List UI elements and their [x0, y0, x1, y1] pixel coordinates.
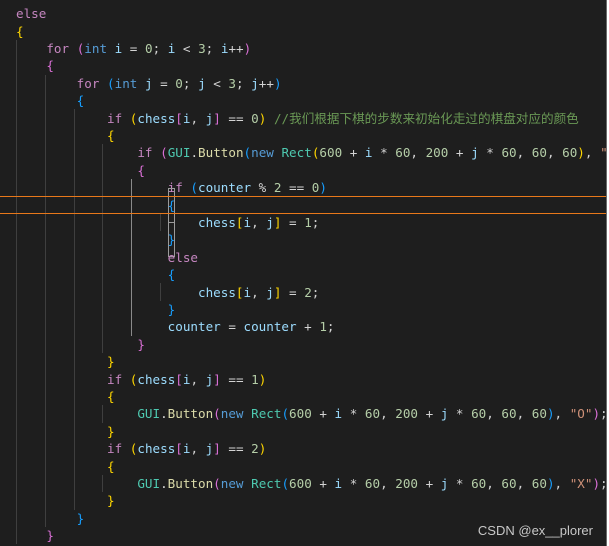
current-line-bottom-border — [0, 213, 606, 214]
current-line-top-border — [0, 196, 606, 197]
watermark: CSDN @ex__plorer — [477, 523, 593, 538]
code-line[interactable]: } — [16, 518, 54, 546]
code-editor[interactable]: else{ for (int i = 0; i < 3; i++) { for … — [0, 0, 607, 546]
